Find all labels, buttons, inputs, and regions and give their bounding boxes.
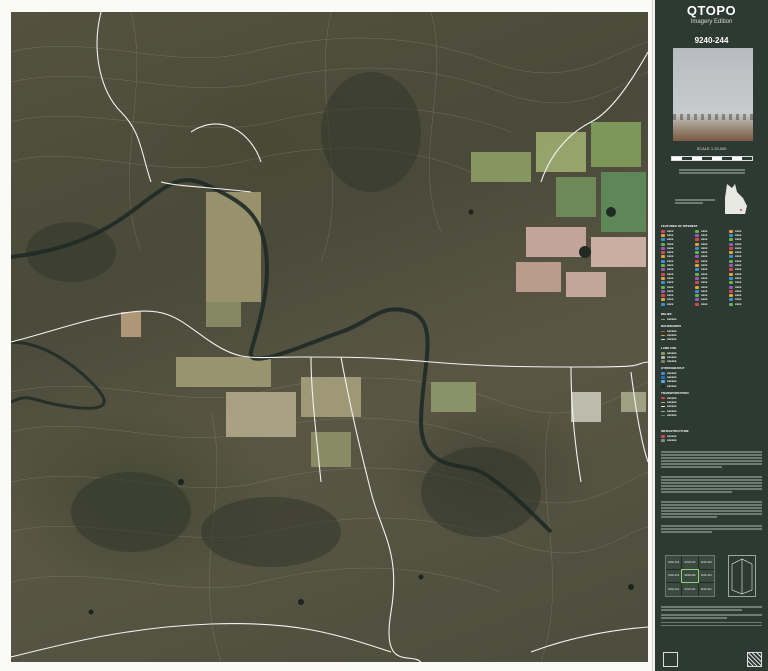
copyright-paragraph [661,500,762,519]
legend-heading-hydrography: HYDROGRAPHY [661,366,685,370]
creek-west [11,340,106,410]
index-cell: 9240-241 [682,583,698,596]
government-logo [663,652,678,667]
legend-features-col3: ■■■■ ■■■■ ■■■■ ■■■■ ■■■■ ■■■■ ■■■■ ■■■■ … [729,229,741,306]
locator-caption [675,198,715,205]
index-cell: 9240-243 [682,556,698,569]
legend-heading-boundaries: BOUNDARIES [661,324,682,328]
legend-hydrography: ■■■■■■ ■■■■■■ ■■■■■■ ■■■■■■ [661,371,676,388]
index-cell-current: 9240-244 [681,568,699,584]
qr-code-icon [747,652,762,667]
cover-photo [673,48,753,141]
legend-infrastructure: ■■■■■■ ■■■■■■ [661,434,676,443]
edition-subtitle: Imagery Edition [690,19,733,25]
legend-heading-infrastructure: INFRASTRUCTURE [661,429,689,433]
forest-patches [26,72,541,567]
legend-heading-land-use: LAND USE [661,346,677,350]
legend-boundaries: ■■■■■■ ■■■■■■ ■■■■■■ [661,329,676,342]
legend-features-col2: ■■■■ ■■■■ ■■■■ ■■■■ ■■■■ ■■■■ ■■■■ ■■■■ … [695,229,707,306]
legend-heading-features: FEATURES OF INTEREST [661,224,698,228]
map-legend-sidebar: QTOPO Imagery Edition 9240-244 SCALE 1:1… [655,0,768,671]
index-cell: 9240-234 [666,569,682,583]
index-cell: 9240-233 [666,556,682,569]
index-cell: 9240-341 [698,583,714,596]
index-cell: 9240-344 [698,569,714,583]
index-cell: 9240-343 [698,556,714,569]
contact-paragraph [661,524,762,534]
index-cell: 9240-231 [666,583,682,596]
disclaimer-paragraph [661,475,762,494]
sheet-number: 9240-244 [694,36,729,45]
legend-transportation: ■■■■■■ ■■■■■■ ■■■■■■ ■■■■■■ ■■■■■■ [661,396,676,417]
imagery-notes-paragraph [661,450,762,469]
datum-note-text-block [679,168,745,175]
scale-bar [671,156,753,161]
map-frame [0,0,653,671]
legend-features-col1: ■■■■ ■■■■ ■■■■ ■■■■ ■■■■ ■■■■ ■■■■ ■■■■ … [661,229,673,306]
footer-notes [661,605,762,628]
adjoining-sheets-index-map: 9240-233 9240-243 9240-343 9240-234 9240… [665,555,715,597]
aerial-imagery-map[interactable] [11,12,648,662]
queensland-locator-map [725,184,747,214]
scale-label: SCALE 1:15,000 [696,146,727,151]
legend-heading-relief: RELIEF [661,312,672,316]
legend-heading-transportation: TRANSPORTATION [661,391,689,395]
map-overlay [11,12,648,662]
fold-diagram [728,555,756,597]
map-series-title: QTOPO [686,3,737,18]
legend-land-use: ■■■■■■ ■■■■■■ ■■■■■■ [661,351,676,364]
legend-relief: ■■■■■■ [661,317,676,321]
